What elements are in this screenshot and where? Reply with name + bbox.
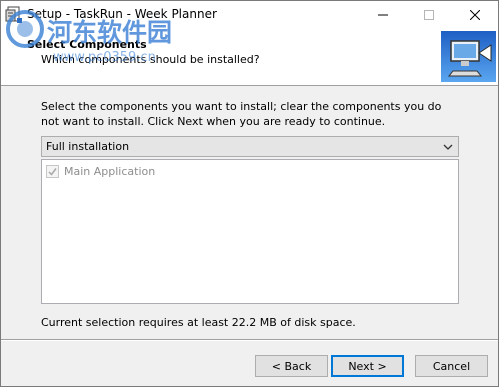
window-title: Setup - TaskRun - Week Planner	[27, 7, 217, 21]
setup-app-icon	[5, 6, 22, 23]
components-list[interactable]: Main Application	[41, 159, 459, 304]
instructions-text: Select the components you want to instal…	[41, 100, 442, 128]
minimize-icon	[378, 14, 388, 16]
setup-window: Setup - TaskRun - Week Planner Select Co…	[0, 0, 499, 387]
page-title: Select Components	[27, 38, 147, 51]
close-icon	[470, 10, 480, 20]
divider	[1, 339, 498, 341]
component-checkbox[interactable]	[46, 165, 59, 178]
install-type-value: Full installation	[46, 140, 130, 153]
close-button[interactable]	[452, 1, 498, 29]
checkmark-icon	[48, 168, 57, 176]
component-label: Main Application	[64, 165, 156, 178]
maximize-button[interactable]	[406, 1, 452, 29]
back-button[interactable]: < Back	[255, 355, 328, 377]
wizard-computer-icon	[441, 31, 496, 82]
page-subtitle: Which components should be installed?	[41, 53, 260, 66]
wizard-header: Select Components Which components shoul…	[1, 29, 498, 86]
minimize-button[interactable]	[360, 1, 406, 29]
cancel-button[interactable]: Cancel	[415, 355, 488, 377]
next-button[interactable]: Next >	[331, 355, 404, 377]
title-bar[interactable]: Setup - TaskRun - Week Planner	[1, 1, 498, 29]
install-type-dropdown[interactable]: Full installation	[41, 136, 459, 157]
list-item: Main Application	[46, 164, 155, 179]
chevron-down-icon	[443, 144, 453, 150]
disk-space-info: Current selection requires at least 22.2…	[41, 316, 356, 329]
maximize-icon	[424, 10, 434, 20]
